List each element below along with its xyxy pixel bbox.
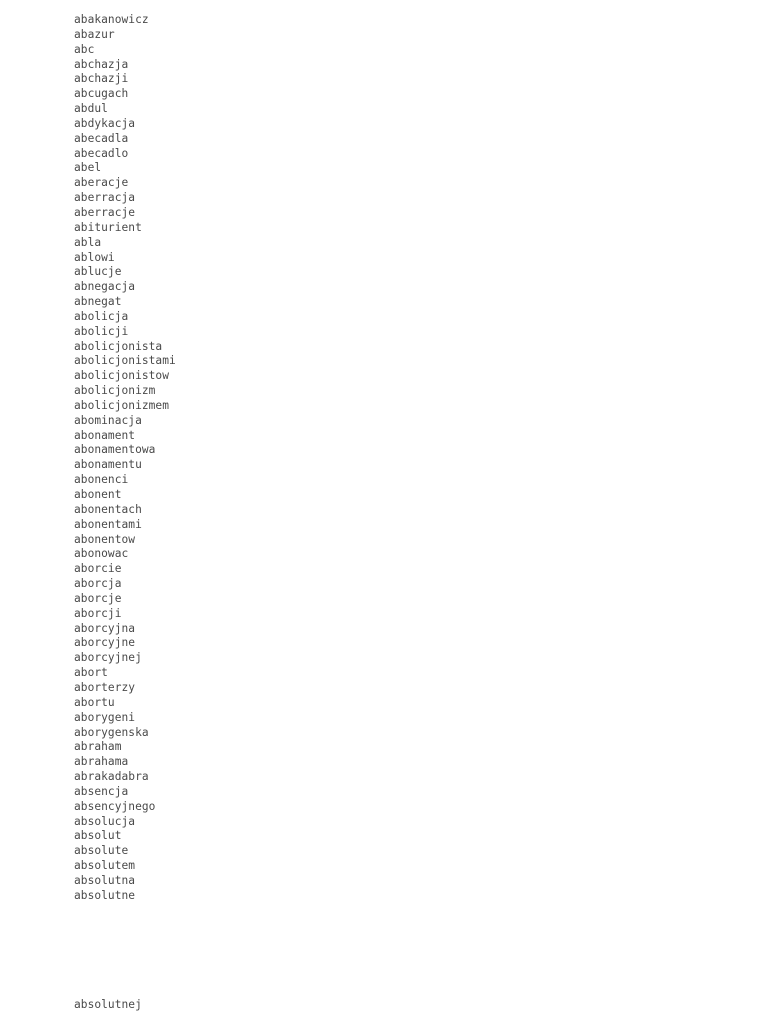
word-list-item: abnegacja — [74, 280, 136, 294]
word-list-item: abcugach — [74, 87, 129, 101]
word-list-item: abakanowicz — [74, 13, 149, 26]
word-list-item: abonentach — [74, 502, 142, 516]
word-list-item: abolicjonistami — [74, 354, 176, 368]
word-list-item: abortu — [74, 695, 115, 709]
word-list-item: abonent — [74, 488, 122, 501]
word-list-item: aborterzy — [74, 680, 136, 694]
word-list-item: aborcje — [74, 591, 122, 605]
word-list-item: abraham — [74, 740, 122, 754]
word-list-item: abrakadabra — [74, 770, 149, 784]
word-list-item: abdykacja — [74, 116, 136, 130]
text-page: abakanowicz abazur abc abchazja abchazji abcu… — [0, 0, 768, 1024]
word-list-item: ablowi — [74, 250, 115, 264]
word-list-item: abominacja — [74, 413, 142, 427]
word-list-item: abolicji — [74, 324, 129, 338]
word-list-item: abchazja — [74, 57, 129, 71]
word-list-item: aborygeni — [74, 710, 136, 724]
word-list-item: abolicjonista — [74, 339, 163, 353]
word-list-item: abort — [74, 666, 108, 680]
word-list-item: absolucja — [74, 814, 136, 828]
word-list-item: aberacje — [74, 176, 129, 190]
word-list-item: aberracje — [74, 205, 136, 219]
word-list-item: abonamentu — [74, 458, 142, 472]
word-list-item: aberracja — [74, 191, 136, 205]
word-list-item: abdul — [74, 102, 108, 116]
page-break-gap — [74, 904, 674, 998]
word-list-item: abonenci — [74, 473, 129, 487]
word-list-item-continued: absolutnej — [74, 997, 142, 1011]
word-list-item: abolicjonizmem — [74, 398, 169, 412]
word-list-item: abel — [74, 161, 102, 175]
word-list-item: abonowac — [74, 547, 129, 561]
word-list-item: aborcja — [74, 577, 122, 591]
word-list-item: aborygenska — [74, 725, 149, 739]
word-list-item: aborcyjnej — [74, 651, 142, 665]
word-list-item: abla — [74, 235, 102, 249]
word-list-item: aborcyjne — [74, 636, 136, 650]
word-list-item: abazur — [74, 27, 115, 41]
word-list-item: abecadla — [74, 131, 129, 145]
word-list-item: absolutem — [74, 859, 136, 873]
word-list-item: absencyjnego — [74, 799, 156, 813]
word-list-item: absencja — [74, 784, 129, 798]
word-list-item: abonament — [74, 428, 136, 442]
word-list-item: aborcji — [74, 606, 122, 620]
word-list-item: abonentow — [74, 532, 136, 546]
word-list-item: abonamentowa — [74, 443, 156, 457]
word-list-item: abonentami — [74, 517, 142, 531]
word-list-item: abiturient — [74, 220, 142, 234]
word-list-item: ablucje — [74, 265, 122, 279]
word-list-item: abchazji — [74, 72, 129, 86]
word-list-item: absolut — [74, 829, 122, 843]
word-list-item: abc — [74, 42, 95, 56]
word-list-item: aborcie — [74, 562, 122, 576]
word-list-item: absolutne — [74, 888, 136, 902]
word-list-item: absolutna — [74, 873, 136, 887]
word-list-item: aborcyjna — [74, 621, 136, 635]
word-list-item: absolute — [74, 844, 129, 858]
word-list: abakanowicz abazur abc abchazja abchazji abcu… — [74, 13, 674, 1012]
word-list-item: abolicjonizm — [74, 384, 156, 398]
word-list-item: abrahama — [74, 755, 129, 769]
word-list-item: abnegat — [74, 295, 122, 309]
word-list-item: abecadlo — [74, 146, 129, 160]
word-list-item: abolicjonistow — [74, 369, 169, 383]
word-list-item: abolicja — [74, 309, 129, 323]
